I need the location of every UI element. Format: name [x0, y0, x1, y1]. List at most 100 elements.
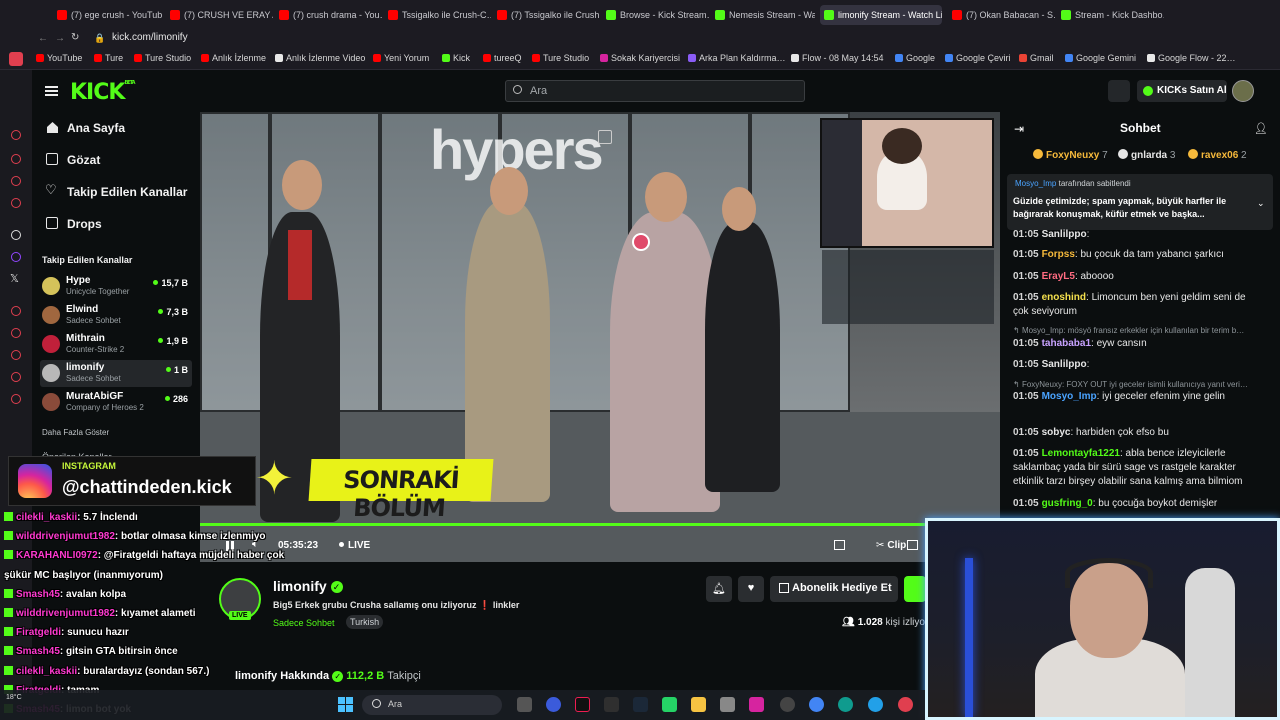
bookmark[interactable]: Google [895, 53, 935, 63]
browser-tab[interactable]: Browse - Kick Stream… [606, 5, 709, 25]
rail-icon[interactable] [11, 394, 21, 404]
twitch-icon[interactable] [11, 252, 21, 262]
browser-tab[interactable]: (7) crush drama - You… [279, 5, 382, 25]
follow-button[interactable] [904, 576, 926, 602]
task-view-icon[interactable] [517, 697, 532, 712]
chat-users-icon[interactable]: 👤︎ [1254, 122, 1268, 135]
clip-button[interactable]: ✂ Clip [876, 540, 906, 551]
sidebar-channel[interactable]: MuratAbiGF Company of Heroes 2 286 [40, 389, 192, 416]
bookmark[interactable]: Sokak Kariyercisi [600, 53, 680, 63]
chevron-down-icon[interactable]: ⌄ [1257, 198, 1265, 209]
browser-tab[interactable]: Tssigalko ile Crush-C… [388, 5, 491, 25]
search-input[interactable]: Ara [505, 80, 805, 102]
chrome-icon[interactable] [809, 697, 824, 712]
bookmark[interactable]: YouTube [36, 53, 82, 63]
stream-tag[interactable]: Turkish [346, 615, 384, 629]
browse-icon-button[interactable] [1108, 80, 1130, 102]
collapse-chat-icon[interactable]: ⇥ [1014, 122, 1024, 136]
chat-username[interactable]: Forpss [1042, 249, 1075, 260]
chat-username[interactable]: Mosyo_Imp [1042, 391, 1097, 402]
fullscreen-icon[interactable] [907, 540, 918, 550]
opera-icon[interactable] [898, 697, 913, 712]
taskbar-search[interactable]: Ara [362, 695, 502, 715]
browser-tab[interactable]: (7) Tssigalko ile Crush… [497, 5, 600, 25]
bookmark[interactable]: Google Çeviri [945, 53, 1011, 63]
favorite-heart-button[interactable]: ♥ [738, 576, 764, 602]
sidebar-channel[interactable]: Elwind Sadece Sohbet 7,3 B [40, 302, 192, 329]
chat-username[interactable]: Sanlilppo [1042, 229, 1087, 240]
bookmark[interactable]: Ture Studio [134, 53, 191, 63]
chat-username[interactable]: Lemontayfa1221 [1042, 448, 1120, 459]
address-bar[interactable]: ← → ↻ 🔒 kick.com/limonify [0, 30, 1280, 48]
chat-username[interactable]: ErayL5 [1042, 271, 1075, 282]
nav-browse[interactable]: Gözat [67, 153, 100, 167]
bookmark[interactable]: Arka Plan Kaldırma… [688, 53, 786, 63]
bookmark[interactable]: Ture [94, 53, 123, 63]
nav-home[interactable]: Ana Sayfa [67, 121, 125, 135]
browser-tab[interactable]: (7) Okan Babacan - S… [952, 5, 1055, 25]
bookmark[interactable]: Anlık İzlenme [201, 53, 266, 63]
chat-username[interactable]: Sanlilppo [1042, 359, 1087, 370]
bookmark[interactable]: tureeQ [483, 53, 522, 63]
sidebar-channel[interactable]: Mithrain Counter-Strike 2 1,9 B [40, 331, 192, 358]
bookmark[interactable]: Flow - 08 May 14:54 [791, 53, 884, 63]
popout-icon[interactable] [598, 130, 612, 144]
browser-tab[interactable]: (7) CRUSH VE ERAY A… [170, 5, 273, 25]
home-rail-icon[interactable] [9, 52, 23, 66]
epic-games-icon[interactable] [604, 697, 619, 712]
app-icon[interactable] [868, 697, 883, 712]
rail-icon[interactable] [11, 328, 21, 338]
pinned-message[interactable]: Mosyo_Imp tarafından sabitlendi Güzide ç… [1007, 174, 1273, 230]
bookmark[interactable]: Yeni Yorum [373, 53, 429, 63]
x-icon[interactable]: 𝕏 [10, 272, 19, 285]
bookmark[interactable]: Google Gemini [1065, 53, 1136, 63]
streamer-name[interactable]: limonify ✓ [273, 578, 343, 594]
chat-username[interactable]: sobyc [1042, 427, 1071, 438]
forward-icon[interactable]: → [55, 33, 65, 44]
browser-tab[interactable]: Nemesis Stream - Wa… [715, 5, 815, 25]
start-icon[interactable] [338, 697, 353, 712]
chat-username[interactable]: gusfring_0 [1042, 498, 1093, 509]
browser-tab[interactable]: limonify Stream - Watch Li… [820, 5, 942, 25]
gift-subscription-button[interactable]: Abonelik Hediye Et [770, 576, 898, 602]
steam-icon[interactable] [633, 697, 648, 712]
theater-mode-icon[interactable] [834, 540, 845, 550]
rail-icon[interactable] [11, 306, 21, 316]
site-info-icon[interactable]: 🔒 [94, 33, 105, 44]
instagram-icon[interactable] [749, 697, 764, 712]
reload-icon[interactable]: ↻ [71, 32, 79, 43]
bookmark[interactable]: Google Flow - 22… [1147, 53, 1236, 63]
nav-following[interactable]: Takip Edilen Kanallar [67, 185, 187, 199]
edge-icon[interactable] [838, 697, 853, 712]
bookmark[interactable]: Anlık İzlenme Video [275, 53, 365, 63]
progress-bar[interactable] [200, 523, 925, 526]
chat-reply-context[interactable]: ↰ Mosyo_Imp: mösyö fransız erkekler için… [1013, 326, 1244, 335]
tiktok-icon[interactable] [575, 697, 590, 712]
rail-icon[interactable] [11, 350, 21, 360]
rail-icon[interactable] [11, 154, 21, 164]
whatsapp-icon[interactable] [662, 697, 677, 712]
chatgpt-icon[interactable] [11, 230, 21, 240]
stream-category[interactable]: Sadece Sohbet [273, 618, 335, 628]
top-chatter[interactable]: ravex06 2 [1188, 149, 1247, 161]
file-explorer-icon[interactable] [691, 697, 706, 712]
menu-icon[interactable] [45, 86, 58, 96]
url-text[interactable]: kick.com/limonify [112, 32, 188, 43]
browser-tab[interactable]: (7) ege crush - YouTube [57, 5, 162, 25]
chat-username[interactable]: tahababa1 [1042, 338, 1091, 349]
top-chatter[interactable]: gnlarda 3 [1118, 149, 1175, 161]
bookmark[interactable]: Ture Studio [532, 53, 589, 63]
rail-icon[interactable] [11, 176, 21, 186]
rail-icon[interactable] [11, 372, 21, 382]
app-icon[interactable] [546, 697, 561, 712]
app-icon[interactable] [780, 697, 795, 712]
bookmark[interactable]: Kick [442, 53, 470, 63]
kick-logo[interactable]: KICKBETA [70, 80, 136, 105]
back-icon[interactable]: ← [38, 33, 48, 44]
app-icon[interactable] [720, 697, 735, 712]
chat-username[interactable]: enoshind [1042, 292, 1086, 303]
bookmark[interactable]: Gmail [1019, 53, 1054, 63]
sidebar-channel[interactable]: limonify Sadece Sohbet 1 B [40, 360, 192, 387]
rail-icon[interactable] [11, 198, 21, 208]
rail-icon[interactable] [11, 130, 21, 140]
